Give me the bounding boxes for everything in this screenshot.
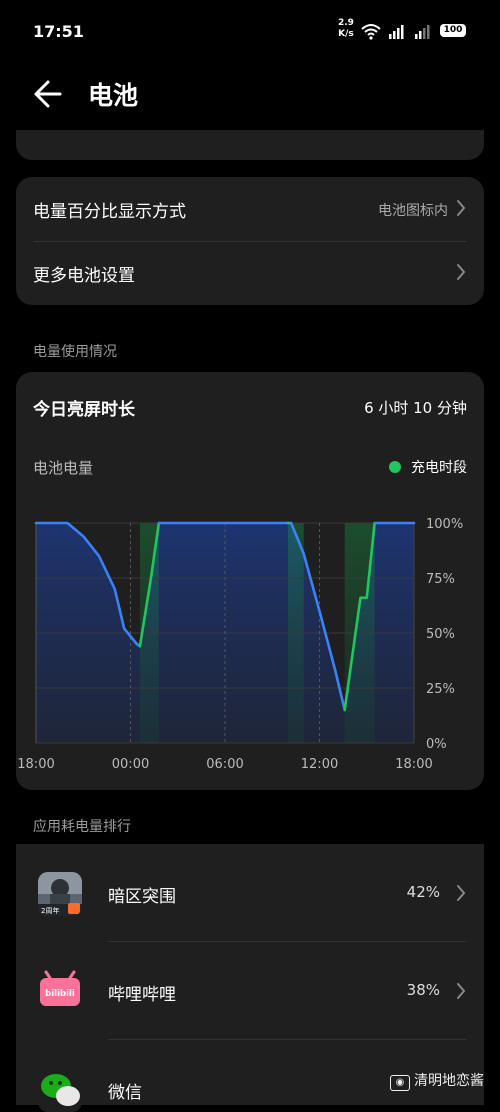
x-tick-label: 18:00 [395,757,432,772]
app-ranking-label: 应用耗电量排行 [33,819,131,835]
battery-level-title: 电池电量 [33,459,94,477]
svg-text:2周年: 2周年 [41,906,59,915]
weibo-logo-icon: ◉ [390,1075,410,1091]
wifi-icon [361,24,381,36]
screen-on-label: 今日亮屏时长 [33,400,135,420]
usage-section-label: 电量使用情况 [33,344,117,360]
x-tick-label: 18:00 [17,757,54,772]
watermark-text: 清明地恋酱 [414,1073,484,1089]
chevron-right-icon [457,983,466,999]
net-speed-value: 2.9 [338,18,354,28]
battery-icon: 100 [440,24,466,37]
app-row[interactable]: 2周年 暗区突围 42% [16,844,484,942]
status-bar: 17:51 2.9 K/s 100 [0,0,500,60]
chevron-right-icon [457,264,466,280]
y-tick-label: 50% [426,627,455,642]
chevron-right-icon [457,200,466,216]
chevron-right-icon [457,885,466,901]
battery-level-chart[interactable]: 100% 75% 50% 25% 0% 18:00 00:00 06:00 12:00 18:00 [16,500,484,780]
y-tick-label: 75% [426,572,455,587]
screen-on-value: 6 小时 10 分钟 [364,399,467,417]
net-speed-unit: K/s [338,29,354,39]
status-time: 17:51 [33,22,84,41]
charging-legend: 充电时段 [389,457,467,477]
app-name: 暗区突围 [108,887,176,907]
cell-signal-2-icon [415,25,430,39]
app-row[interactable]: bilibili 哔哩哔哩 38% [16,942,484,1040]
svg-text:bilibili: bilibili [45,989,75,999]
app-name: 微信 [108,1083,142,1103]
app-percent: 38% [406,981,440,999]
more-battery-settings-row[interactable]: 更多电池设置 [16,241,484,305]
page-title: 电池 [88,81,139,110]
battery-usage-card: 今日亮屏时长 6 小时 10 分钟 电池电量 充电时段 100% 75% 50% 25… [16,372,484,790]
x-tick-label: 06:00 [206,757,243,772]
y-tick-label: 100% [426,517,463,532]
cell-signal-1-icon [389,25,404,39]
net-speed: 2.9 K/s [338,18,354,40]
page-header: 电池 [0,60,500,130]
battery-settings-card: 电量百分比显示方式 电池图标内 更多电池设置 [16,177,484,305]
signal-icons [361,24,430,40]
battery-percent-label: 电量百分比显示方式 [33,202,186,222]
battery-percent-value: 电池图标内 [378,203,448,219]
battery-percent-row[interactable]: 电量百分比显示方式 电池图标内 [16,177,484,241]
game-icon: 2周年 [38,872,82,916]
app-name: 哔哩哔哩 [108,985,176,1005]
watermark: ◉ 清明地恋酱 [390,1070,484,1091]
wechat-icon [38,1068,82,1112]
back-arrow-icon[interactable] [30,76,70,112]
x-tick-label: 00:00 [112,757,149,772]
legend-label: 充电时段 [411,460,467,476]
x-tick-label: 12:00 [301,757,338,772]
y-tick-label: 0% [426,737,447,752]
more-battery-settings-label: 更多电池设置 [33,266,135,286]
y-tick-label: 25% [426,682,455,697]
bilibili-icon: bilibili [38,970,82,1014]
legend-dot-icon [389,461,401,473]
app-percent: 42% [406,883,440,901]
